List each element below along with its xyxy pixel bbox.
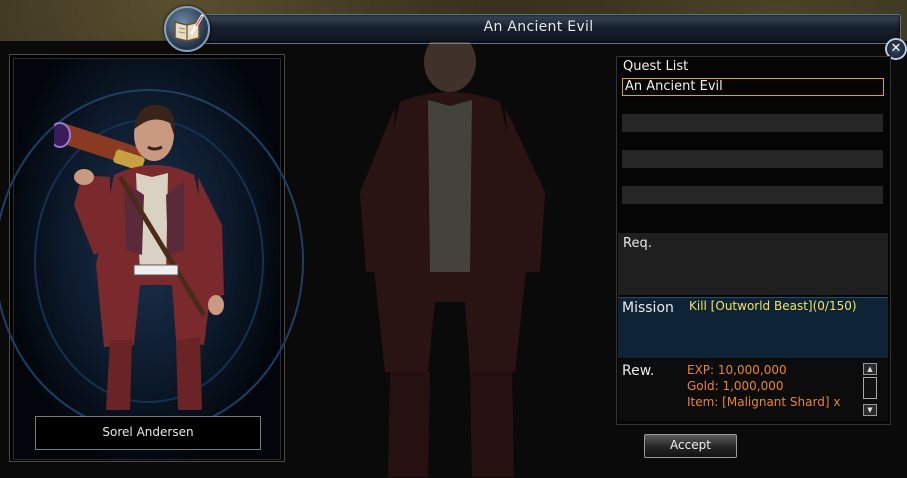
npc-portrait <box>54 104 224 410</box>
reward-scrollbar[interactable]: ▲ ▼ <box>863 363 877 416</box>
book-quill-icon <box>164 6 210 52</box>
quest-list-empty-row <box>622 186 883 204</box>
scrollbar-thumb[interactable] <box>863 377 877 399</box>
background-character <box>360 42 545 477</box>
accept-button[interactable]: Accept <box>644 434 737 458</box>
quest-list-empty-row <box>622 150 883 168</box>
npc-name: Sorel Andersen <box>102 425 194 439</box>
requirements-label: Req. <box>623 236 652 251</box>
reward-gold: Gold: 1,000,000 <box>687 379 784 393</box>
mission-label: Mission <box>622 300 674 316</box>
reward-label: Rew. <box>622 363 655 379</box>
mission-objective: Kill [Outworld Beast](0/150) <box>689 299 857 313</box>
quest-list-title: Quest List <box>623 59 689 74</box>
window-title: An Ancient Evil <box>483 19 594 35</box>
arrow-up-icon[interactable]: ▲ <box>863 363 877 375</box>
npc-portrait-background <box>0 58 304 460</box>
npc-portrait-frame <box>0 54 304 462</box>
title-bar[interactable]: An Ancient Evil <box>176 14 901 44</box>
npc-name-box: Sorel Andersen <box>35 416 261 450</box>
requirements-section <box>618 233 888 295</box>
quest-list-empty-row <box>622 114 883 132</box>
reward-item[interactable]: Item: [Malignant Shard] x <box>687 395 840 409</box>
quest-list-item[interactable]: An Ancient Evil <box>622 78 884 96</box>
arrow-down-icon[interactable]: ▼ <box>863 404 877 416</box>
reward-exp: EXP: 10,000,000 <box>687 363 787 377</box>
